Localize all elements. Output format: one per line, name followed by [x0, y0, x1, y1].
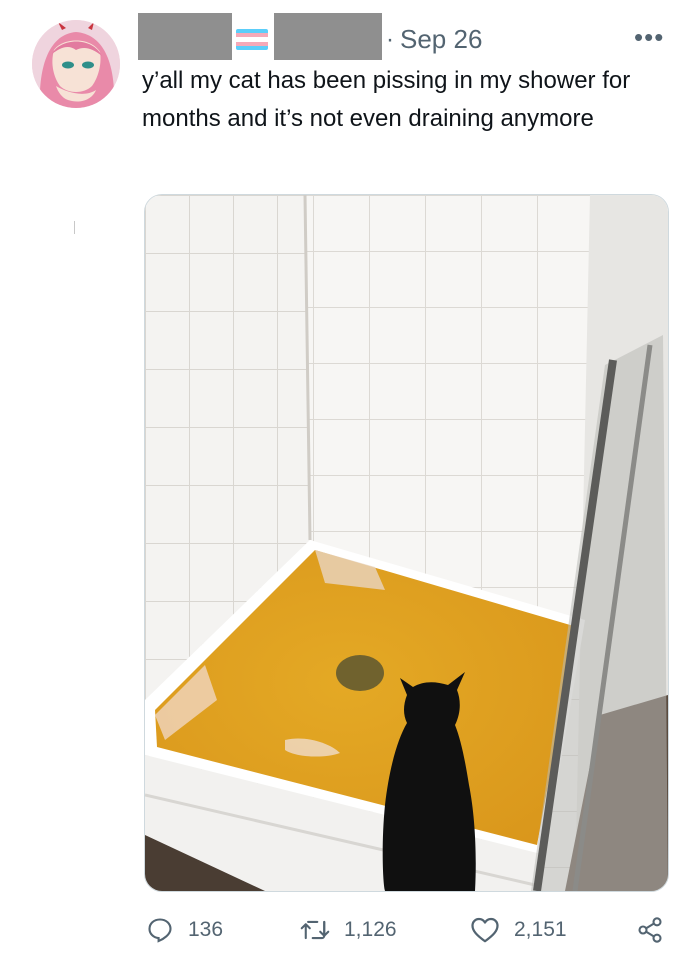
- reply-icon: [148, 918, 172, 943]
- tweet-actions: 136 1,126 2,151: [0, 916, 700, 956]
- share-icon: [638, 917, 662, 943]
- more-icon[interactable]: •••: [634, 22, 664, 53]
- reply-button[interactable]: 136: [146, 916, 223, 944]
- retweet-icon: [300, 920, 330, 940]
- tweet-date[interactable]: Sep 26: [400, 24, 482, 55]
- redacted-handle: [274, 13, 382, 60]
- retweet-count: 1,126: [344, 918, 397, 941]
- heart-icon: [471, 917, 499, 943]
- shower-photo: [145, 195, 668, 891]
- divider-mark: [74, 221, 75, 234]
- redacted-display-name: [138, 13, 232, 60]
- reply-count: 136: [188, 918, 224, 941]
- like-button[interactable]: 2,151: [470, 916, 567, 944]
- trans-flag-emoji: [236, 29, 268, 50]
- avatar[interactable]: [32, 20, 120, 108]
- date-separator: ·: [386, 26, 394, 53]
- avatar-image: [32, 20, 120, 108]
- tweet-photo[interactable]: [144, 194, 669, 892]
- share-button[interactable]: [636, 916, 664, 944]
- tweet-text: y’all my cat has been pissing in my show…: [142, 67, 631, 132]
- like-count: 2,151: [514, 918, 567, 941]
- retweet-button[interactable]: 1,126: [300, 916, 397, 944]
